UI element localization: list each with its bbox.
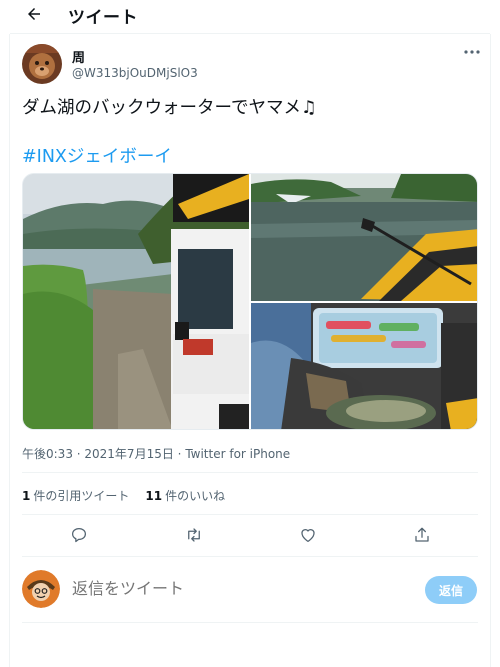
like-icon: [301, 529, 315, 543]
photo-fish-lures[interactable]: [251, 303, 477, 429]
top-bar: ツイート: [0, 0, 500, 32]
quote-tweets-stat[interactable]: 1 件の引用ツイート: [22, 487, 129, 504]
author-avatar[interactable]: [22, 44, 62, 84]
current-user-avatar[interactable]: [22, 570, 60, 608]
divider-reply: [22, 622, 478, 623]
column-border-right: [490, 34, 491, 667]
reply-input[interactable]: [72, 579, 372, 598]
author-display-name[interactable]: 周: [72, 47, 85, 66]
more-options-button[interactable]: [462, 44, 482, 60]
photo-river-kayak[interactable]: [251, 174, 477, 301]
retweet-icon: [188, 528, 200, 542]
media-grid: [22, 173, 478, 430]
tweet-timestamp[interactable]: 午後0:33 · 2021年7月15日: [22, 447, 174, 461]
arrow-left-icon: [28, 8, 40, 20]
share-button[interactable]: [409, 522, 435, 548]
quote-label: 件の引用ツイート: [33, 489, 130, 503]
divider-meta: [22, 472, 478, 473]
tweet-actions: [22, 520, 478, 550]
reply-icon: [71, 527, 87, 543]
back-button[interactable]: [22, 2, 46, 26]
divider-stats: [22, 514, 478, 515]
reply-submit-button[interactable]: 返信: [425, 576, 477, 604]
author-handle[interactable]: @W313bjOuDMjSlO3: [72, 66, 198, 80]
like-button[interactable]: [295, 522, 321, 548]
more-horizontal-icon: [464, 50, 480, 54]
likes-stat[interactable]: 11 件のいいね: [145, 487, 225, 504]
like-count: 11: [145, 489, 163, 503]
like-label: 件のいいね: [165, 489, 226, 503]
hashtag-link[interactable]: #INXジェイボーイ: [22, 143, 172, 168]
header-divider: [10, 33, 490, 34]
quote-count: 1: [22, 489, 31, 503]
photo-lake-truck[interactable]: [23, 174, 249, 429]
share-icon: [415, 527, 429, 542]
tweet-source[interactable]: Twitter for iPhone: [185, 447, 290, 461]
tweet-stats: 1 件の引用ツイート 11 件のいいね: [22, 487, 225, 504]
retweet-button[interactable]: [181, 522, 207, 548]
tweet-meta: 午後0:33 · 2021年7月15日 · Twitter for iPhone: [22, 445, 290, 462]
divider-actions: [22, 556, 478, 557]
reply-button[interactable]: [66, 522, 92, 548]
page-title: ツイート: [68, 8, 138, 28]
column-border-left: [9, 34, 10, 667]
tweet-text: ダム湖のバックウォーターでヤマメ♫: [22, 98, 317, 118]
